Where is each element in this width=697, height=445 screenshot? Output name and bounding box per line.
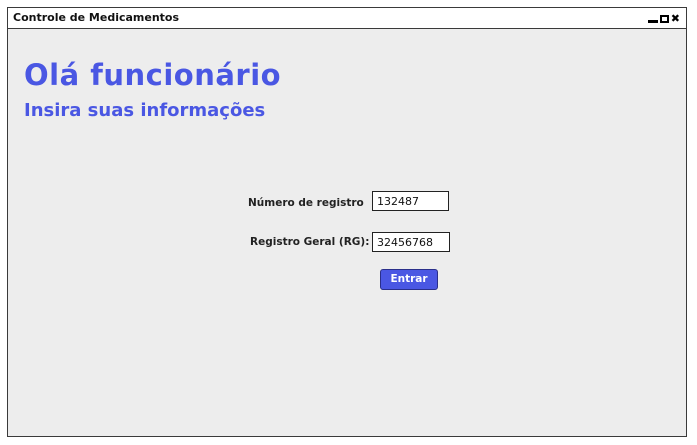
close-icon[interactable]: ✖ <box>671 13 680 25</box>
registro-label: Número de registro <box>248 197 364 209</box>
registro-input[interactable] <box>372 191 449 211</box>
page-title: Olá funcionário <box>24 58 282 92</box>
minimize-icon[interactable] <box>647 20 658 23</box>
window-title: Controle de Medicamentos <box>13 11 180 24</box>
enter-button[interactable]: Entrar <box>380 269 438 290</box>
title-bar: Controle de Medicamentos ✖ <box>8 8 686 29</box>
rg-input[interactable] <box>372 232 450 252</box>
window-controls: ✖ <box>647 11 680 25</box>
rg-label: Registro Geral (RG): <box>250 236 370 248</box>
app-window: Controle de Medicamentos ✖ Olá funcionár… <box>7 7 687 437</box>
page-subtitle: Insira suas informações <box>24 100 266 121</box>
maximize-icon[interactable] <box>659 15 669 23</box>
